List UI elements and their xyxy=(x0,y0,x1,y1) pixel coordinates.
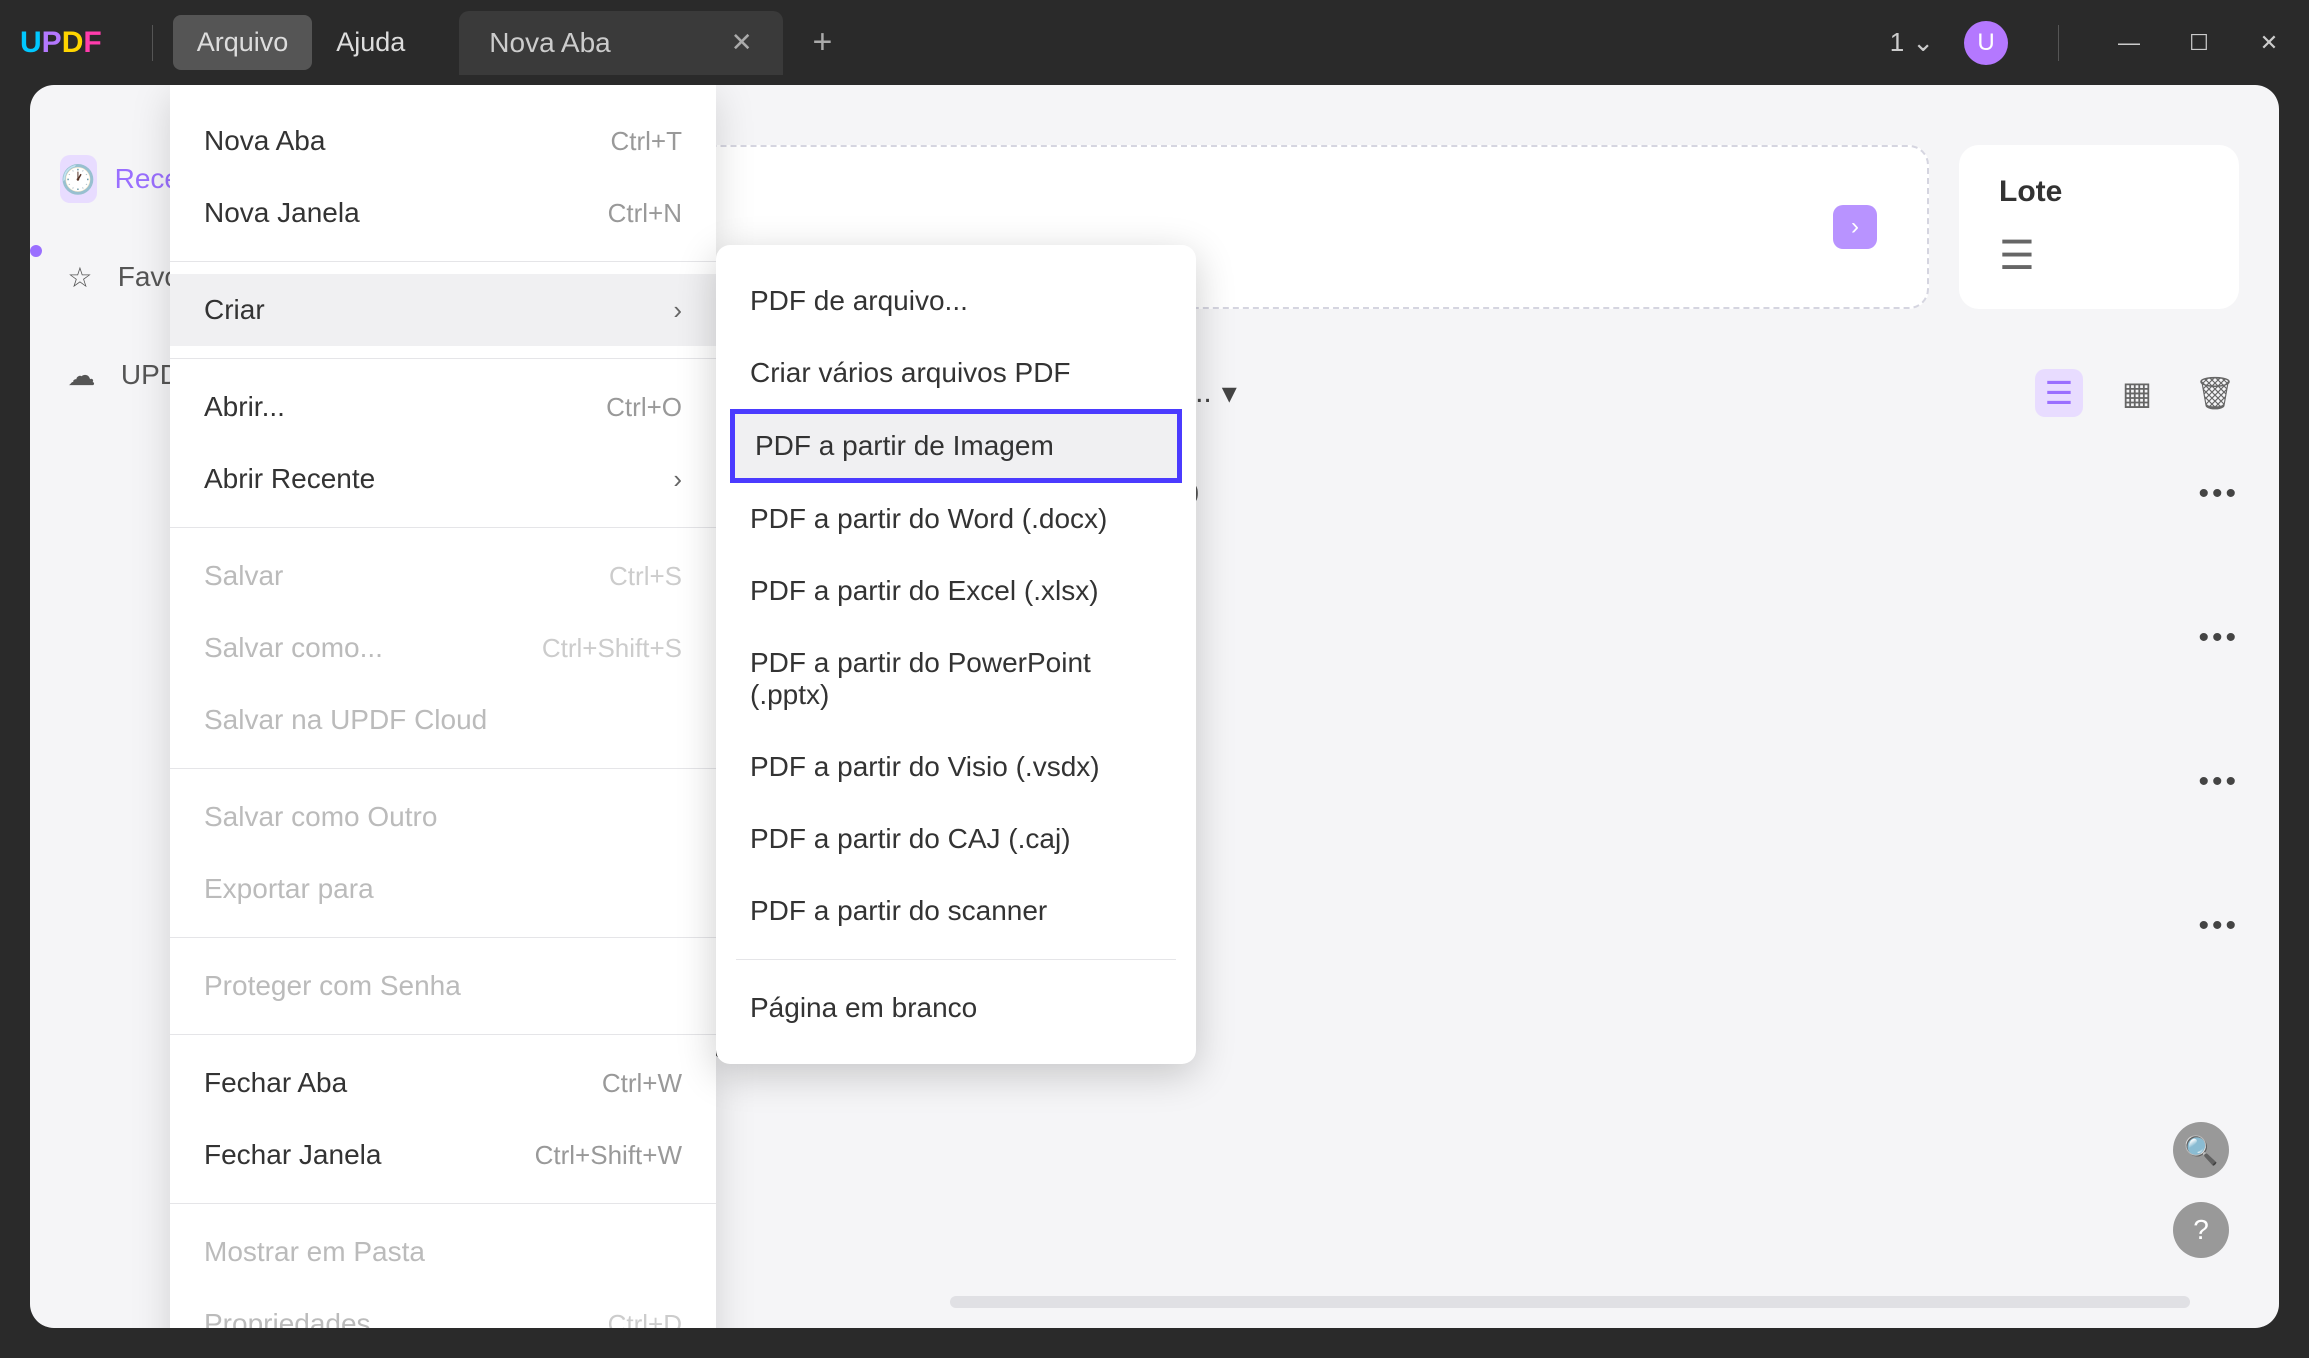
menu-item-fechar-janela[interactable]: Fechar Janela Ctrl+Shift+W xyxy=(170,1119,716,1191)
separator xyxy=(170,358,716,359)
sidebar-item-updf[interactable]: ☁ UPD xyxy=(60,351,180,399)
menu-item-salvar: Salvar Ctrl+S xyxy=(170,540,716,612)
cloud-icon: ☁ xyxy=(60,351,103,399)
menu-item-abrir[interactable]: Abrir... Ctrl+O xyxy=(170,371,716,443)
more-icon[interactable]: ••• xyxy=(2198,909,2239,943)
shortcut: Ctrl+D xyxy=(608,1309,682,1329)
menu-item-fechar-aba[interactable]: Fechar Aba Ctrl+W xyxy=(170,1047,716,1119)
horizontal-scrollbar[interactable] xyxy=(950,1296,2190,1308)
close-button[interactable]: ✕ xyxy=(2249,30,2289,56)
menu-item-abrir-recente[interactable]: Abrir Recente › xyxy=(170,443,716,515)
menu-item-exportar: Exportar para xyxy=(170,853,716,925)
user-avatar[interactable]: U xyxy=(1964,21,2008,65)
shortcut: Ctrl+N xyxy=(608,198,682,229)
star-icon: ☆ xyxy=(60,253,100,301)
more-icon[interactable]: ••• xyxy=(2198,621,2239,655)
view-list-button[interactable]: ☰ xyxy=(2035,369,2083,417)
menu-ajuda[interactable]: Ajuda xyxy=(312,15,429,70)
divider xyxy=(152,25,153,61)
submenu-pdf-excel[interactable]: PDF a partir do Excel (.xlsx) xyxy=(716,555,1196,627)
sidebar-item-recent[interactable]: 🕐 Rece xyxy=(60,155,180,203)
shortcut: Ctrl+T xyxy=(611,126,683,157)
batch-card[interactable]: Lote ☰ xyxy=(1959,145,2239,309)
submenu-pdf-visio[interactable]: PDF a partir do Visio (.vsdx) xyxy=(716,731,1196,803)
titlebar: UPDF Arquivo Ajuda Nova Aba ✕ + 1 ⌄ U — … xyxy=(0,0,2309,85)
shortcut: Ctrl+W xyxy=(602,1068,682,1099)
chevron-right-icon: › xyxy=(673,295,682,326)
view-grid-button[interactable]: ▦ xyxy=(2113,369,2161,417)
tab-nova-aba[interactable]: Nova Aba ✕ xyxy=(459,11,782,75)
indicator-dot xyxy=(30,245,42,257)
batch-title: Lote xyxy=(1999,175,2199,209)
chevron-right-icon: › xyxy=(673,464,682,495)
menu-item-proteger: Proteger com Senha xyxy=(170,950,716,1022)
submenu-pdf-arquivo[interactable]: PDF de arquivo... xyxy=(716,265,1196,337)
clock-icon: 🕐 xyxy=(60,155,97,203)
arrow-right-icon: › xyxy=(1833,205,1877,249)
help-icon: ? xyxy=(2193,1214,2209,1246)
add-tab-button[interactable]: + xyxy=(813,23,833,62)
shortcut: Ctrl+Shift+S xyxy=(542,633,682,664)
separator xyxy=(170,937,716,938)
search-fab[interactable]: 🔍 xyxy=(2173,1122,2229,1178)
separator xyxy=(736,959,1176,960)
tab-label: Nova Aba xyxy=(489,27,610,59)
submenu-pdf-word[interactable]: PDF a partir do Word (.docx) xyxy=(716,483,1196,555)
shortcut: Ctrl+O xyxy=(606,392,682,423)
menu-item-nova-aba[interactable]: Nova Aba Ctrl+T xyxy=(170,105,716,177)
menu-item-salvar-outro: Salvar como Outro xyxy=(170,781,716,853)
menu-arquivo[interactable]: Arquivo xyxy=(173,15,313,70)
menu-item-mostrar-pasta: Mostrar em Pasta xyxy=(170,1216,716,1288)
separator xyxy=(170,1034,716,1035)
sidebar-item-favorites[interactable]: ☆ Favo xyxy=(60,253,180,301)
submenu-pdf-powerpoint[interactable]: PDF a partir do PowerPoint (.pptx) xyxy=(716,627,1196,731)
submenu-pdf-caj[interactable]: PDF a partir do CAJ (.caj) xyxy=(716,803,1196,875)
chevron-down-icon: ▾ xyxy=(1222,376,1237,411)
menu-item-criar[interactable]: Criar › xyxy=(170,274,716,346)
divider xyxy=(2058,25,2059,61)
menu-item-propriedades: Propriedades... Ctrl+D xyxy=(170,1288,716,1328)
submenu-pdf-scanner[interactable]: PDF a partir do scanner xyxy=(716,875,1196,947)
search-icon: 🔍 xyxy=(2184,1134,2219,1167)
shortcut: Ctrl+Shift+W xyxy=(535,1140,682,1171)
menu-item-salvar-como: Salvar como... Ctrl+Shift+S xyxy=(170,612,716,684)
app-logo: UPDF xyxy=(20,26,102,60)
separator xyxy=(170,261,716,262)
submenu-varios-pdf[interactable]: Criar vários arquivos PDF xyxy=(716,337,1196,409)
more-icon[interactable]: ••• xyxy=(2198,765,2239,799)
separator xyxy=(170,768,716,769)
window-count-dropdown[interactable]: 1 ⌄ xyxy=(1890,27,1934,58)
file-menu-dropdown: Nova Aba Ctrl+T Nova Janela Ctrl+N Criar… xyxy=(170,85,716,1328)
chevron-down-icon: ⌄ xyxy=(1912,27,1934,58)
submenu-pdf-imagem[interactable]: PDF a partir de Imagem xyxy=(730,409,1182,483)
stack-icon: ☰ xyxy=(1999,233,2199,279)
maximize-button[interactable]: ☐ xyxy=(2179,30,2219,56)
menu-item-salvar-cloud: Salvar na UPDF Cloud xyxy=(170,684,716,756)
separator xyxy=(170,1203,716,1204)
separator xyxy=(170,527,716,528)
criar-submenu: PDF de arquivo... Criar vários arquivos … xyxy=(716,245,1196,1064)
shortcut: Ctrl+S xyxy=(609,561,682,592)
help-fab[interactable]: ? xyxy=(2173,1202,2229,1258)
delete-button[interactable]: 🗑 xyxy=(2191,369,2239,417)
more-icon[interactable]: ••• xyxy=(2198,477,2239,511)
minimize-button[interactable]: — xyxy=(2109,30,2149,56)
submenu-pagina-branco[interactable]: Página em branco xyxy=(716,972,1196,1044)
menu-item-nova-janela[interactable]: Nova Janela Ctrl+N xyxy=(170,177,716,249)
close-icon[interactable]: ✕ xyxy=(731,27,753,58)
